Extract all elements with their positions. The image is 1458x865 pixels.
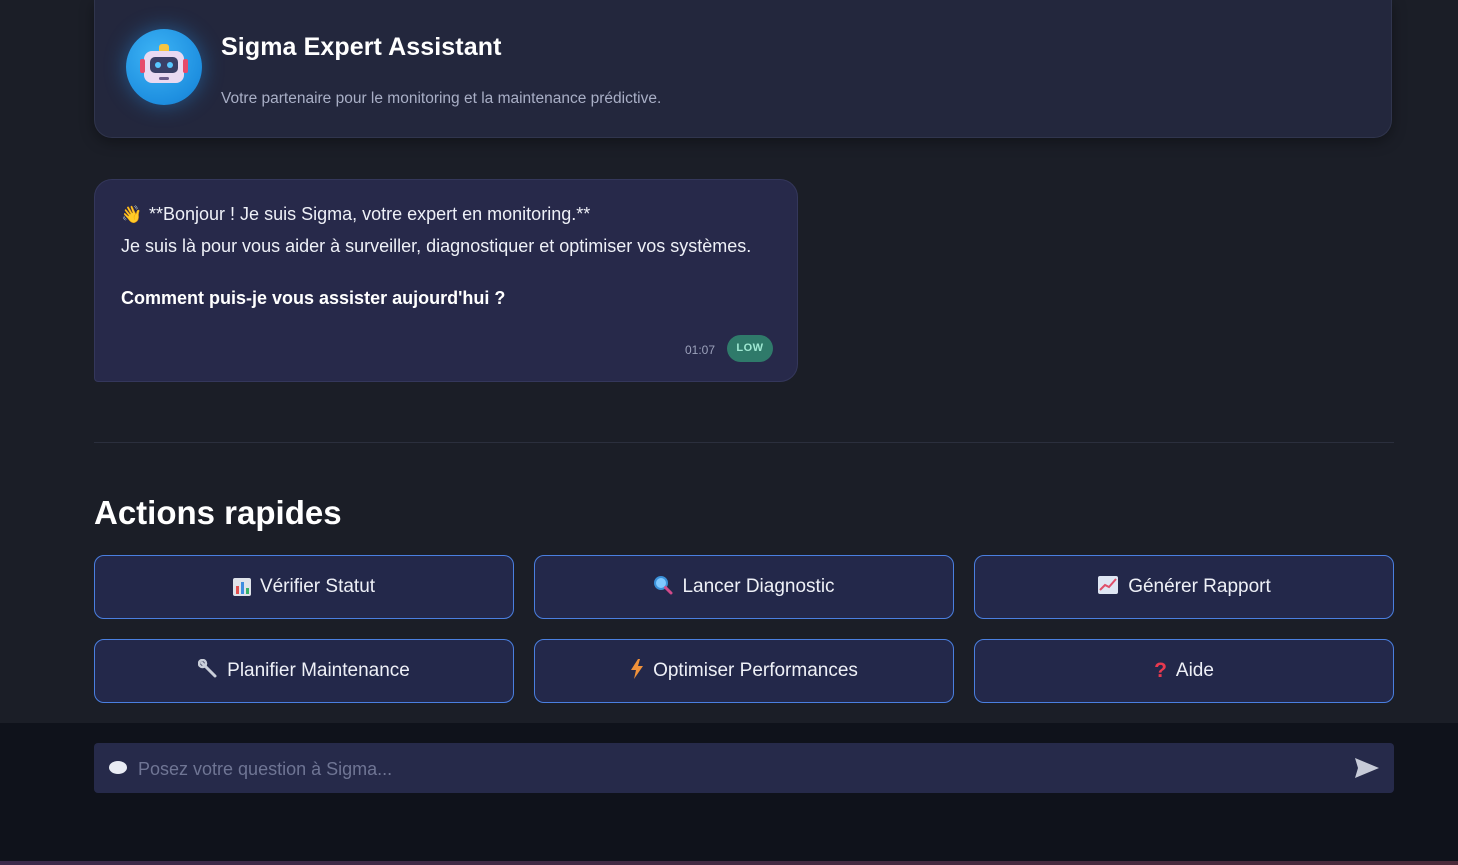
- run-diagnostic-label: Lancer Diagnostic: [682, 576, 835, 597]
- robot-mouth: [159, 77, 169, 80]
- priority-badge: LOW: [727, 335, 773, 362]
- section-divider: [94, 442, 1394, 443]
- quick-actions-title: Actions rapides: [94, 494, 342, 531]
- check-status-button[interactable]: Vérifier Statut: [94, 555, 514, 619]
- send-icon: [1355, 758, 1379, 778]
- optimize-performance-label: Optimiser Performances: [653, 660, 858, 681]
- send-button[interactable]: [1352, 754, 1382, 782]
- run-diagnostic-button[interactable]: Lancer Diagnostic: [534, 555, 954, 619]
- trend-chart-icon: [1097, 575, 1119, 600]
- page-subtitle: Votre partenaire pour le monitoring et l…: [221, 90, 662, 107]
- robot-avatar: [126, 29, 202, 105]
- chat-footer: [0, 723, 1458, 865]
- message-question: Comment puis-je vous assister aujourd'hu…: [121, 288, 506, 308]
- assistant-header: Sigma Expert Assistant Votre partenaire …: [94, 0, 1392, 138]
- robot-antenna: [159, 44, 169, 51]
- bar-chart-icon: [232, 578, 251, 596]
- robot-eye-right: [167, 62, 173, 68]
- waving-hand-icon: 👋: [121, 205, 143, 224]
- chat-input-bar: [94, 743, 1394, 795]
- schedule-maintenance-button[interactable]: Planifier Maintenance: [94, 639, 514, 703]
- optimize-performance-button[interactable]: Optimiser Performances: [534, 639, 954, 703]
- help-button[interactable]: ? Aide: [974, 639, 1394, 703]
- magnifier-icon: [653, 575, 673, 600]
- bottom-accent-line: [0, 861, 1458, 865]
- generate-report-button[interactable]: Générer Rapport: [974, 555, 1394, 619]
- message-line-2: Je suis là pour vous aider à surveiller,…: [121, 236, 752, 256]
- generate-report-label: Générer Rapport: [1128, 576, 1271, 597]
- schedule-maintenance-label: Planifier Maintenance: [227, 660, 410, 681]
- message-greeting: 👋 **Bonjour ! Je suis Sigma, votre expert…: [121, 204, 590, 225]
- message-timestamp: 01:07: [685, 343, 716, 357]
- speech-bubble-icon: [109, 761, 127, 774]
- page-title: Sigma Expert Assistant: [221, 33, 502, 61]
- robot-eye-left: [155, 62, 161, 68]
- wrench-icon: [197, 658, 218, 684]
- assistant-message: 👋 **Bonjour ! Je suis Sigma, votre expert…: [94, 179, 798, 382]
- robot-ear-right: [183, 59, 188, 73]
- help-label: Aide: [1175, 660, 1214, 681]
- chat-input[interactable]: [136, 743, 1340, 795]
- message-line-1: **Bonjour ! Je suis Sigma, votre expert …: [149, 204, 591, 224]
- check-status-label: Vérifier Statut: [259, 576, 376, 597]
- lightning-icon: [630, 658, 644, 684]
- main-area: Sigma Expert Assistant Votre partenaire …: [0, 0, 1458, 723]
- question-icon: ?: [1154, 659, 1167, 682]
- robot-ear-left: [140, 59, 145, 73]
